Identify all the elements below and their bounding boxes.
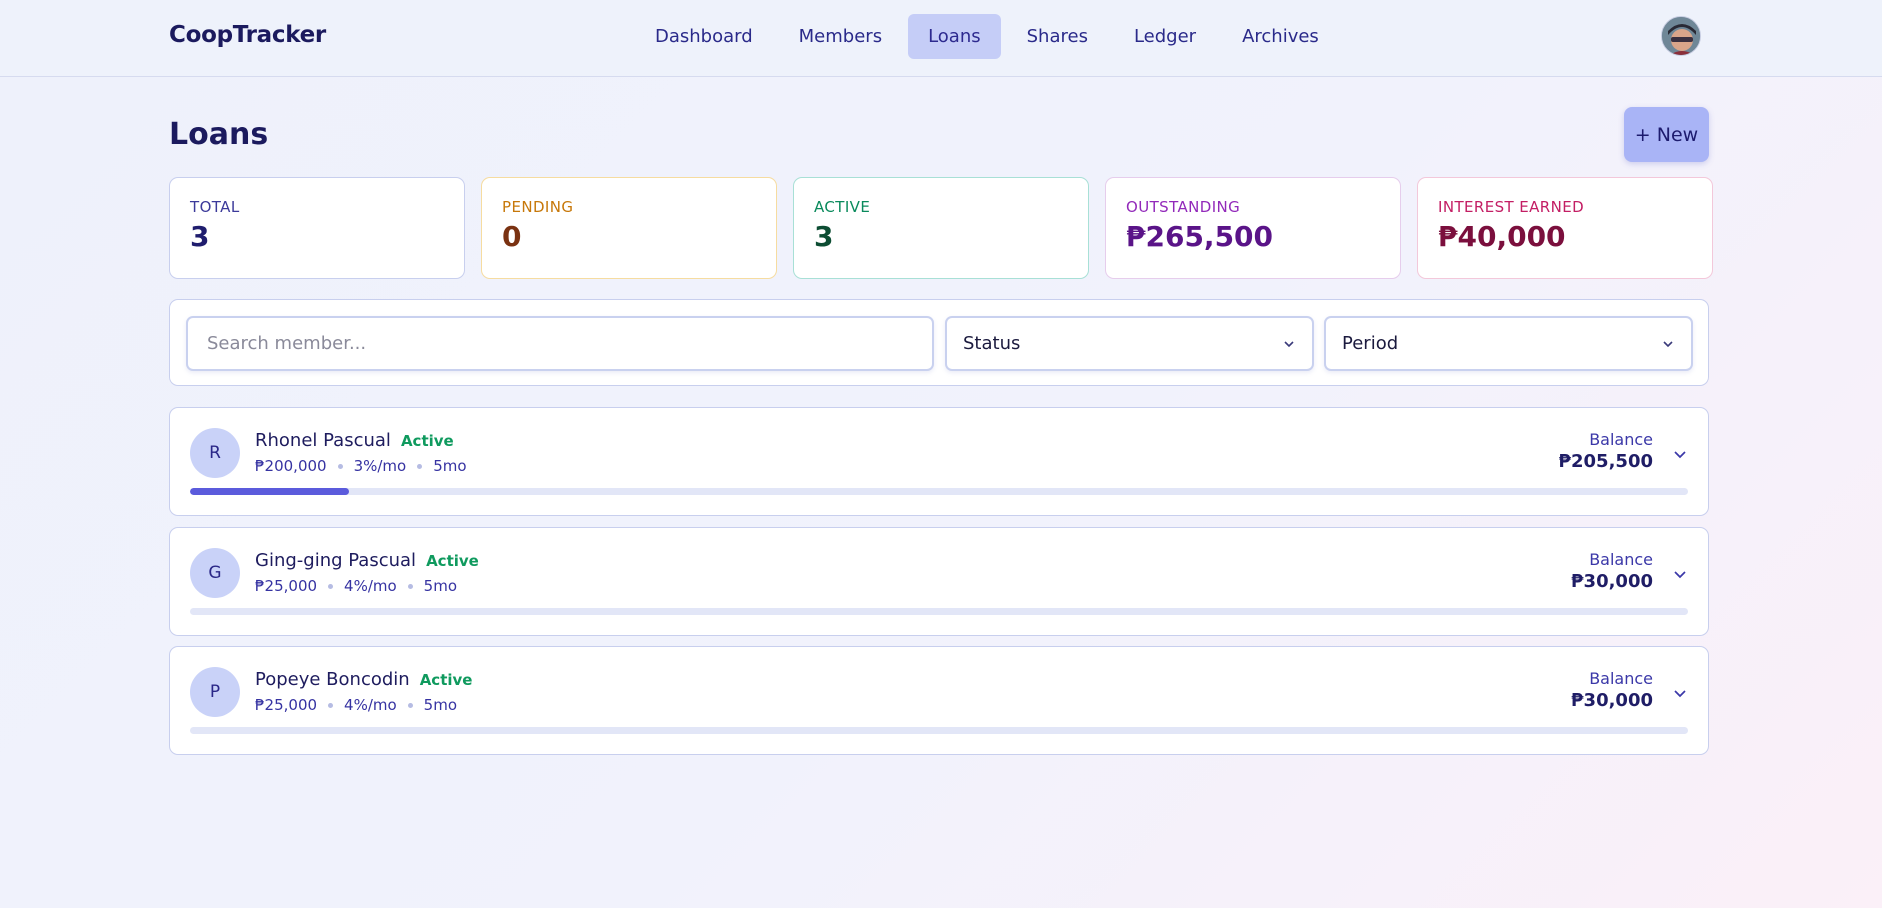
repayment-progress-fill: [190, 488, 349, 495]
stat-outstanding: OUTSTANDING ₱265,500: [1105, 177, 1401, 279]
status-badge: Active: [400, 432, 454, 450]
separator-dot: [328, 702, 334, 708]
page-title: Loans: [169, 117, 269, 152]
stat-pending-label: PENDING: [502, 198, 574, 216]
separator-dot: [407, 702, 413, 708]
balance-label: Balance: [1589, 550, 1653, 569]
chevron-down-icon[interactable]: [1672, 685, 1688, 701]
repayment-progress: [190, 608, 1688, 615]
balance-value: ₱205,500: [1558, 451, 1653, 472]
chevron-down-icon[interactable]: [1672, 566, 1688, 582]
separator-dot: [328, 583, 334, 589]
loan-principal: ₱25,000: [255, 577, 318, 595]
separator-dot: [417, 463, 423, 469]
stat-outstanding-value: ₱265,500: [1126, 220, 1274, 253]
loan-card[interactable]: P Popeye Boncodin Active ₱25,000 4%/mo 5…: [169, 646, 1709, 755]
stats-row: TOTAL 3 PENDING 0 ACTIVE 3 OUTSTANDING ₱…: [169, 177, 1713, 279]
status-badge: Active: [426, 552, 479, 570]
member-avatar: P: [190, 667, 240, 717]
balance-label: Balance: [1589, 669, 1653, 688]
loan-term: 5mo: [433, 457, 467, 475]
loan-principal: ₱25,000: [255, 696, 318, 714]
nav-ledger[interactable]: Ledger: [1114, 14, 1216, 59]
loan-rate: 4%/mo: [344, 696, 397, 714]
loan-meta: ₱25,000 4%/mo 5mo: [255, 696, 457, 714]
loan-term: 5mo: [423, 577, 458, 595]
chevron-down-icon[interactable]: [1672, 446, 1688, 462]
nav-shares[interactable]: Shares: [1007, 14, 1108, 59]
main-nav: Dashboard Members Loans Shares Ledger Ar…: [635, 14, 1339, 59]
member-name: Ging-ging Pascual: [255, 550, 417, 571]
member-name-row: Popeye Boncodin Active: [255, 669, 472, 690]
brand-logo[interactable]: CoopTracker: [169, 22, 326, 48]
nav-archives[interactable]: Archives: [1222, 14, 1339, 59]
stat-active-label: ACTIVE: [814, 198, 871, 216]
loan-rate: 3%/mo: [353, 457, 407, 475]
status-badge: Active: [419, 671, 473, 689]
separator-dot: [407, 583, 413, 589]
member-avatar: G: [190, 548, 240, 598]
loan-card[interactable]: G Ging-ging Pascual Active ₱25,000 4%/mo…: [169, 527, 1709, 636]
loan-principal: ₱200,000: [255, 457, 327, 475]
separator-dot: [337, 463, 343, 469]
loan-card[interactable]: R Rhonel Pascual Active ₱200,000 3%/mo 5…: [169, 407, 1709, 516]
search-input[interactable]: [186, 316, 934, 371]
member-name: Popeye Boncodin: [255, 669, 410, 690]
nav-members[interactable]: Members: [779, 14, 902, 59]
nav-loans[interactable]: Loans: [908, 14, 1001, 59]
loan-term: 5mo: [423, 696, 458, 714]
chevron-down-icon: [1284, 340, 1294, 347]
repayment-progress: [190, 727, 1688, 734]
loan-meta: ₱25,000 4%/mo 5mo: [255, 577, 457, 595]
stat-total-label: TOTAL: [190, 198, 240, 216]
filter-bar: Status Period: [169, 299, 1709, 386]
period-select-value: Period: [1342, 333, 1399, 354]
stat-outstanding-label: OUTSTANDING: [1126, 198, 1241, 216]
stat-interest-value: ₱40,000: [1438, 220, 1566, 253]
stat-total: TOTAL 3: [169, 177, 465, 279]
user-avatar[interactable]: [1661, 16, 1701, 56]
stat-pending-value: 0: [502, 220, 522, 253]
chevron-down-icon: [1663, 340, 1673, 347]
stat-active: ACTIVE 3: [793, 177, 1089, 279]
stat-active-value: 3: [814, 220, 834, 253]
stat-interest: INTEREST EARNED ₱40,000: [1417, 177, 1713, 279]
repayment-progress: [190, 488, 1688, 495]
member-name-row: Ging-ging Pascual Active: [255, 550, 479, 571]
stat-interest-label: INTEREST EARNED: [1438, 198, 1585, 216]
member-name-row: Rhonel Pascual Active: [255, 430, 454, 451]
loan-meta: ₱200,000 3%/mo 5mo: [255, 457, 467, 475]
stat-pending: PENDING 0: [481, 177, 777, 279]
balance-value: ₱30,000: [1571, 571, 1653, 592]
member-avatar: R: [190, 428, 240, 478]
avatar-icon: [1662, 17, 1700, 55]
balance-label: Balance: [1589, 430, 1653, 449]
stat-total-value: 3: [190, 220, 210, 253]
balance-value: ₱30,000: [1571, 690, 1653, 711]
nav-dashboard[interactable]: Dashboard: [635, 14, 773, 59]
loan-rate: 4%/mo: [344, 577, 397, 595]
status-select[interactable]: Status: [945, 316, 1314, 371]
new-loan-button[interactable]: + New: [1624, 107, 1709, 162]
top-navbar: CoopTracker Dashboard Members Loans Shar…: [0, 0, 1882, 77]
status-select-value: Status: [963, 333, 1021, 354]
period-select[interactable]: Period: [1324, 316, 1693, 371]
member-name: Rhonel Pascual: [255, 430, 391, 451]
